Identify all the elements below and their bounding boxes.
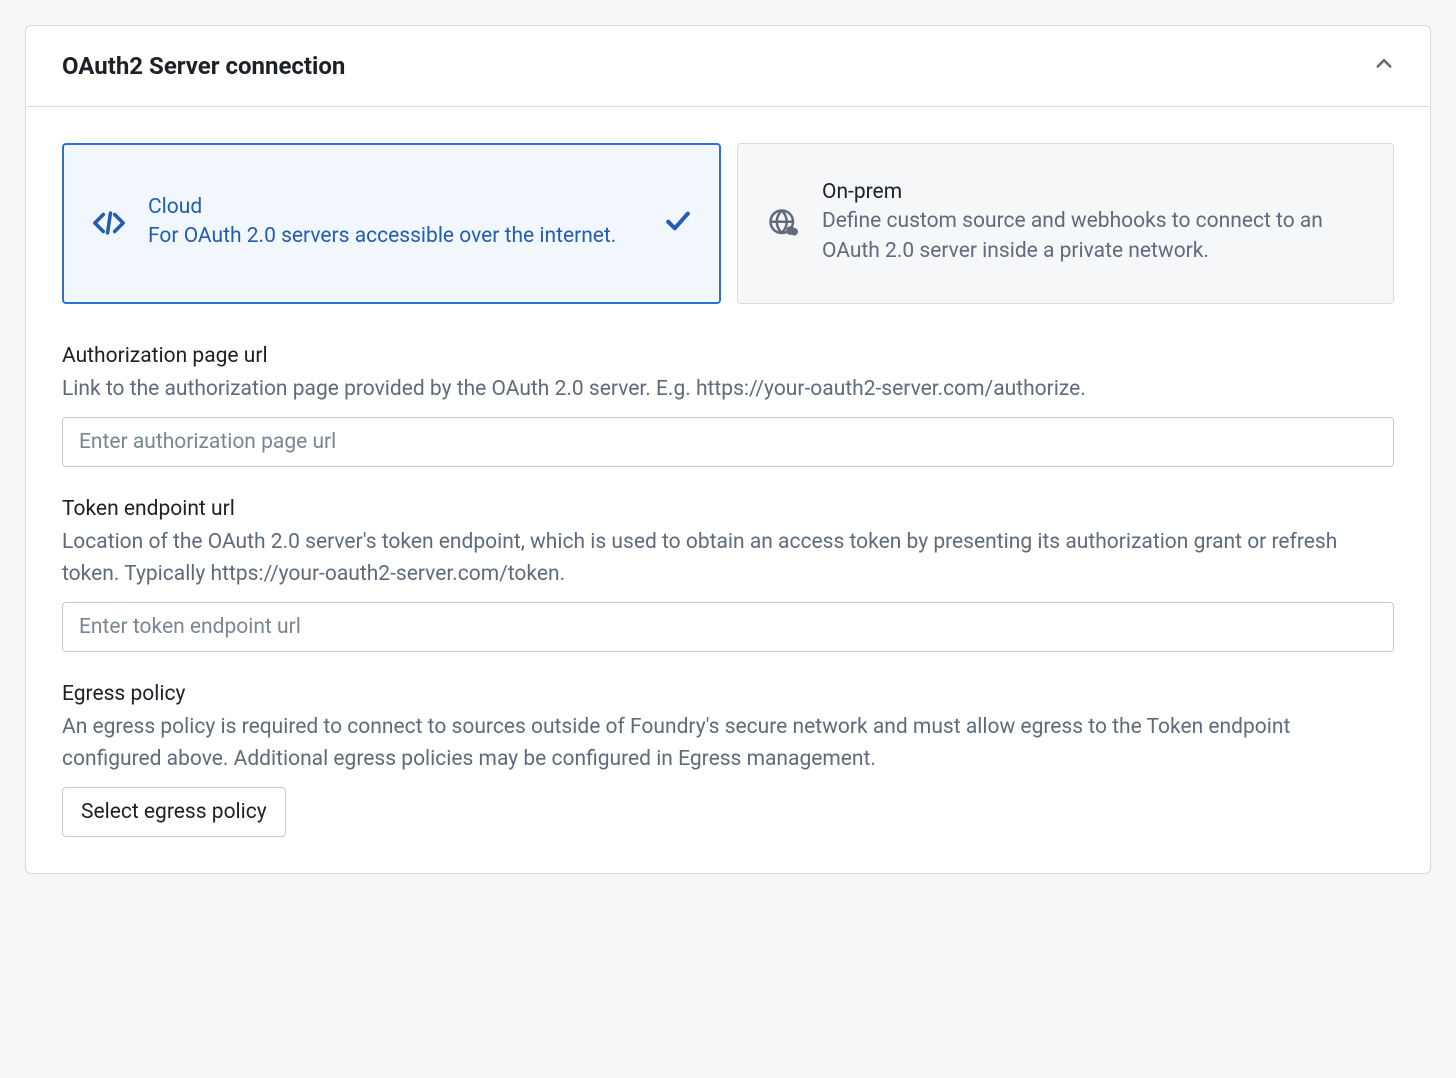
token-endpoint-group: Token endpoint url Location of the OAuth… — [62, 497, 1394, 652]
option-onprem-content: On-prem Define custom source and webhook… — [822, 180, 1365, 267]
option-cloud[interactable]: Cloud For OAuth 2.0 servers accessible o… — [62, 143, 721, 304]
select-egress-policy-button[interactable]: Select egress policy — [62, 787, 286, 837]
connection-type-options: Cloud For OAuth 2.0 servers accessible o… — [62, 143, 1394, 304]
option-onprem-desc: Define custom source and webhooks to con… — [822, 206, 1365, 267]
authorization-url-group: Authorization page url Link to the autho… — [62, 344, 1394, 468]
panel-body: Cloud For OAuth 2.0 servers accessible o… — [26, 107, 1430, 873]
option-onprem[interactable]: On-prem Define custom source and webhook… — [737, 143, 1394, 304]
code-icon — [92, 206, 126, 240]
chevron-up-icon — [1374, 54, 1394, 79]
panel-title: OAuth2 Server connection — [62, 52, 345, 80]
oauth2-connection-panel: OAuth2 Server connection Cloud For OAuth… — [25, 25, 1431, 874]
option-onprem-title: On-prem — [822, 180, 1365, 204]
token-endpoint-input[interactable] — [62, 602, 1394, 652]
token-endpoint-label: Token endpoint url — [62, 497, 1394, 521]
globe-network-icon — [766, 208, 800, 238]
option-cloud-title: Cloud — [148, 195, 643, 219]
egress-policy-help: An egress policy is required to connect … — [62, 712, 1394, 775]
egress-policy-group: Egress policy An egress policy is requir… — [62, 682, 1394, 837]
authorization-url-help: Link to the authorization page provided … — [62, 374, 1394, 406]
token-endpoint-help: Location of the OAuth 2.0 server's token… — [62, 527, 1394, 590]
panel-header[interactable]: OAuth2 Server connection — [26, 26, 1430, 107]
option-cloud-content: Cloud For OAuth 2.0 servers accessible o… — [148, 195, 643, 251]
option-cloud-desc: For OAuth 2.0 servers accessible over th… — [148, 221, 643, 251]
authorization-url-label: Authorization page url — [62, 344, 1394, 368]
authorization-url-input[interactable] — [62, 417, 1394, 467]
egress-policy-label: Egress policy — [62, 682, 1394, 706]
check-icon — [665, 208, 691, 239]
